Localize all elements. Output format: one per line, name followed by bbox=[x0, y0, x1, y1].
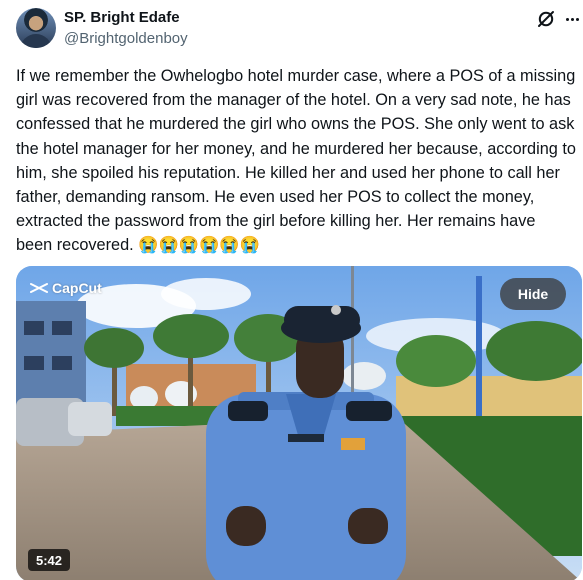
author-handle[interactable]: @Brightgoldenboy bbox=[64, 30, 188, 47]
video-player[interactable]: CapCut Hide 5:42 bbox=[16, 266, 582, 580]
capcut-watermark: CapCut bbox=[30, 280, 102, 296]
author-display-name[interactable]: SP. Bright Edafe bbox=[64, 9, 180, 26]
capcut-label: CapCut bbox=[52, 280, 102, 296]
more-options-icon[interactable] bbox=[562, 9, 582, 29]
video-frame bbox=[16, 266, 582, 580]
capcut-logo-icon bbox=[30, 283, 48, 293]
avatar-shoulders bbox=[20, 34, 52, 48]
grok-icon[interactable] bbox=[536, 9, 556, 29]
tweet-text: If we remember the Owhelogbo hotel murde… bbox=[16, 67, 581, 255]
video-duration-badge: 5:42 bbox=[28, 549, 71, 571]
author-avatar[interactable] bbox=[16, 8, 56, 48]
hide-button[interactable]: Hide bbox=[500, 278, 566, 310]
